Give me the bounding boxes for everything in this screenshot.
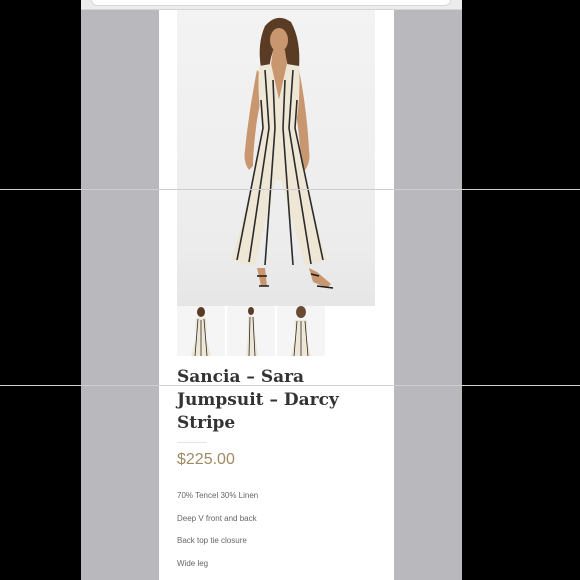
feature-list: 70% Tencel 30% Linen Deep V front and ba… xyxy=(177,490,382,580)
title-divider xyxy=(177,442,207,443)
feature-item: Deep V front and back xyxy=(177,513,257,523)
thumbnail-side[interactable] xyxy=(227,306,275,356)
feature-item: Back top tie closure xyxy=(177,536,247,545)
thumbnail-front[interactable] xyxy=(177,306,225,356)
thumbnail-strip xyxy=(177,306,375,356)
url-field[interactable] xyxy=(91,0,451,6)
address-bar[interactable] xyxy=(81,0,462,10)
side-view-thumbnail-icon xyxy=(246,307,258,356)
model-photo-icon xyxy=(231,17,334,289)
browser-frame: Sancia – Sara Jumpsuit – Darcy Stripe $2… xyxy=(81,0,462,580)
front-view-thumbnail-icon xyxy=(191,307,211,356)
product-title: Sancia – Sara Jumpsuit – Darcy Stripe xyxy=(177,367,339,433)
feature-item: 70% Tencel 30% Linen xyxy=(177,491,259,500)
feature-item: Wide leg xyxy=(177,558,209,568)
product-price: $225.00 xyxy=(177,451,235,468)
thumbnail-back[interactable] xyxy=(277,306,325,356)
back-view-thumbnail-icon xyxy=(291,306,311,356)
product-main-image[interactable] xyxy=(177,10,375,306)
product-panel: Sancia – Sara Jumpsuit – Darcy Stripe $2… xyxy=(159,10,394,580)
grid-divider xyxy=(0,189,580,190)
grid-divider xyxy=(0,385,580,386)
